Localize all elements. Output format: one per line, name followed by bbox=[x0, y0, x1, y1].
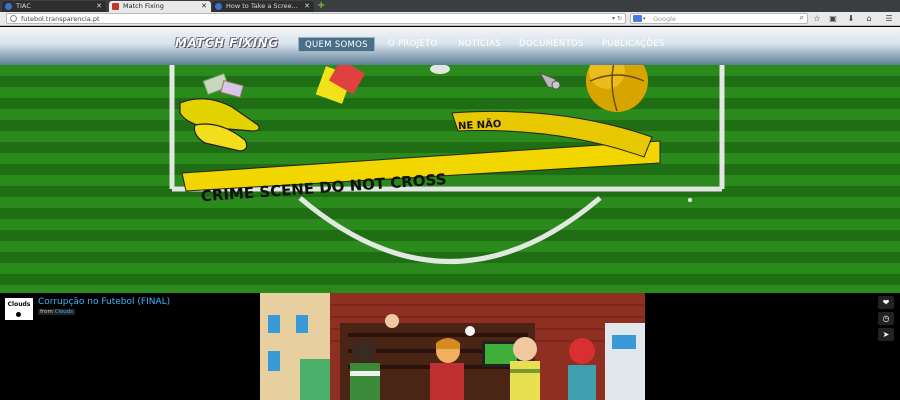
channel-logo-text: Clouds bbox=[7, 301, 31, 308]
site-favicon-icon bbox=[112, 3, 119, 10]
globe-icon bbox=[215, 3, 222, 10]
home-icon[interactable]: ⌂ bbox=[862, 13, 876, 24]
video-player[interactable] bbox=[260, 293, 645, 400]
nav-publicacoes[interactable]: PUBLICAÇÕES bbox=[602, 37, 665, 52]
nav-noticias[interactable]: NOTÍCIAS bbox=[458, 37, 501, 52]
search-engine-icon[interactable] bbox=[633, 15, 642, 22]
from-label: from bbox=[40, 309, 53, 315]
nav-o-projeto[interactable]: O PROJETO bbox=[388, 37, 438, 52]
video-thumbnail-illustration bbox=[260, 293, 645, 400]
logo-dot-icon bbox=[16, 312, 21, 317]
video-title[interactable]: Corrupção no Futebol (FINAL) bbox=[38, 297, 170, 307]
download-icon[interactable]: ⬇ bbox=[844, 13, 858, 24]
clipboard-icon[interactable]: ▣ bbox=[826, 13, 840, 24]
globe-icon bbox=[5, 3, 12, 10]
football-illustration bbox=[586, 65, 648, 112]
nav-quem-somos[interactable]: QUEM SOMOS bbox=[298, 37, 375, 52]
referee-cards-illustration bbox=[315, 65, 366, 104]
tab-label: TIAC bbox=[16, 2, 31, 10]
channel-link[interactable]: Clouds bbox=[55, 309, 74, 315]
site-header: MATCH FIXING QUEM SOMOS O PROJETO NOTÍCI… bbox=[0, 27, 900, 65]
search-placeholder: Google bbox=[653, 15, 676, 23]
reload-icon[interactable]: ▾ ↻ bbox=[612, 14, 622, 24]
tab-label: How to Take a Scree... bbox=[226, 2, 298, 10]
channel-logo[interactable]: Clouds bbox=[5, 298, 33, 320]
site-logo[interactable]: MATCH FIXING bbox=[175, 36, 279, 50]
nav-documentos[interactable]: DOCUMENTOS bbox=[519, 37, 584, 52]
url-text: futebol.transparencia.pt bbox=[21, 15, 100, 23]
browser-tab-bar: TIAC ✕ Match Fixing ✕ How to Take a Scre… bbox=[0, 0, 900, 12]
close-icon[interactable]: ✕ bbox=[304, 1, 310, 12]
search-input[interactable]: ▾ Google ⌕ bbox=[630, 13, 808, 24]
tab-tiac[interactable]: TIAC ✕ bbox=[2, 1, 106, 12]
whistle-illustration bbox=[538, 72, 561, 90]
browser-nav-bar: futebol.transparencia.pt ▾ ↻ ▾ Google ⌕ … bbox=[0, 12, 900, 26]
close-icon[interactable]: ✕ bbox=[201, 1, 207, 12]
tab-match-fixing[interactable]: Match Fixing ✕ bbox=[109, 1, 211, 12]
close-icon[interactable]: ✕ bbox=[96, 1, 102, 12]
football-field-illustration: CRIME SCENE DO NOT CROSS NE NÃO bbox=[169, 65, 725, 264]
video-byline: from Clouds bbox=[38, 309, 76, 315]
new-tab-button[interactable]: + bbox=[317, 0, 325, 12]
search-icon[interactable]: ⌕ bbox=[800, 13, 804, 23]
heart-icon[interactable]: ❤ bbox=[878, 296, 894, 309]
tab-how-to-screenshot[interactable]: How to Take a Scree... ✕ bbox=[212, 1, 314, 12]
tab-label: Match Fixing bbox=[123, 2, 164, 10]
hero-banner: CRIME SCENE DO NOT CROSS NE NÃO bbox=[0, 65, 900, 293]
url-input[interactable]: futebol.transparencia.pt ▾ ↻ bbox=[6, 13, 626, 24]
globe-icon bbox=[10, 15, 17, 22]
menu-icon[interactable]: ☰ bbox=[882, 13, 896, 24]
chevron-down-icon[interactable]: ▾ bbox=[643, 14, 646, 24]
clock-icon[interactable]: ◷ bbox=[878, 312, 894, 325]
cleats-money-illustration bbox=[179, 73, 260, 152]
send-icon[interactable]: ➤ bbox=[878, 328, 894, 341]
star-icon[interactable]: ☆ bbox=[810, 13, 824, 24]
video-embed[interactable]: Clouds Corrupção no Futebol (FINAL) from… bbox=[0, 293, 900, 400]
